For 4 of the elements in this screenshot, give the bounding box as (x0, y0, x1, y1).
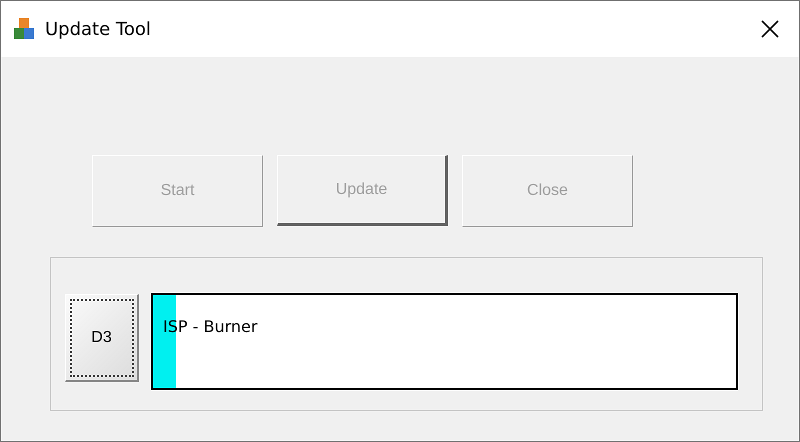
device-button[interactable]: D3 (65, 294, 139, 382)
close-icon[interactable] (759, 18, 781, 40)
window-title: Update Tool (45, 18, 152, 40)
app-icon (13, 17, 35, 41)
